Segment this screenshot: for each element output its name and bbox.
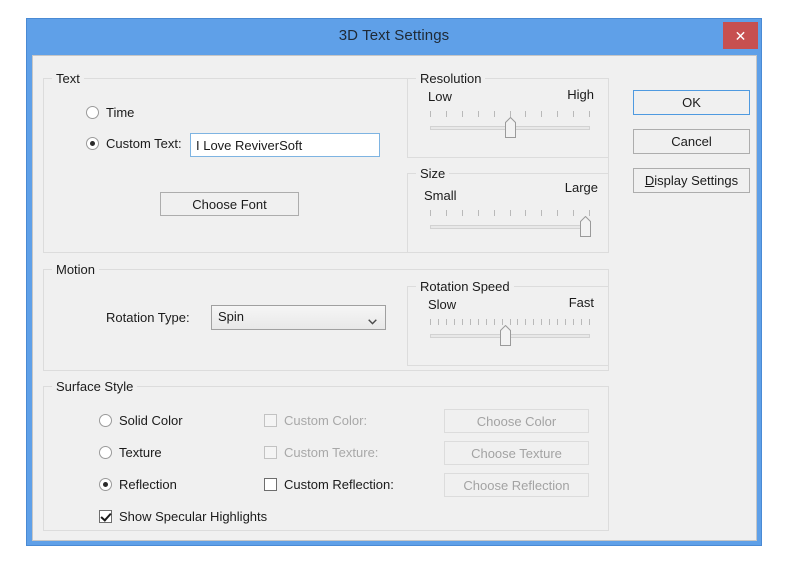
title-bar: 3D Text Settings ✕ [27,19,761,55]
radio-time-label: Time [106,105,135,120]
checkbox-show-specular-highlights[interactable]: Show Specular Highlights [99,509,267,524]
rotation-speed-slider[interactable]: Slow Fast [428,295,594,347]
dialog-window: 3D Text Settings ✕ Text Time Custom Text… [26,18,762,546]
cancel-button[interactable]: Cancel [633,129,750,154]
choose-reflection-button: Choose Reflection [444,473,589,497]
checkbox-custom-reflection-indicator [264,478,277,491]
size-min-label: Small [424,188,457,203]
surface-style-group: Surface Style Solid Color Texture Reflec… [43,379,609,531]
checkbox-custom-color-label: Custom Color: [284,413,368,428]
size-group-legend: Size [416,166,450,181]
size-group: Size Small Large [407,166,609,253]
rotation-type-value: Spin [218,309,245,324]
checkbox-custom-texture: Custom Texture: [264,445,378,460]
size-slider-thumb[interactable] [580,216,592,237]
checkbox-custom-reflection-label: Custom Reflection: [284,477,394,492]
rotation-speed-min-label: Slow [428,297,457,312]
checkbox-show-specular-highlights-indicator [99,510,112,523]
resolution-group-legend: Resolution [416,71,486,86]
size-slider[interactable]: Small Large [424,180,598,238]
size-slider-track[interactable] [430,225,590,229]
dialog-client-area: Text Time Custom Text: Choose Font Resol… [32,55,757,541]
chevron-down-icon [368,313,377,325]
radio-solid-color-label: Solid Color [119,413,183,428]
custom-text-input[interactable] [190,133,380,157]
rotation-speed-max-label: Fast [568,295,594,310]
size-slider-ticks [430,210,590,217]
radio-texture-indicator [99,446,112,459]
rotation-speed-slider-thumb[interactable] [500,325,512,346]
checkbox-custom-color-indicator [264,414,277,427]
radio-solid-color[interactable]: Solid Color [99,413,183,428]
checkbox-custom-texture-indicator [264,446,277,459]
radio-time-indicator [86,106,99,119]
checkbox-show-specular-highlights-label: Show Specular Highlights [119,509,268,524]
resolution-slider-thumb[interactable] [505,117,516,138]
display-settings-label: Display Settings [644,173,739,188]
radio-time[interactable]: Time [86,105,134,120]
rotation-speed-group: Rotation Speed Slow Fast [407,279,609,366]
close-icon[interactable]: ✕ [723,22,758,49]
resolution-min-label: Low [428,89,452,104]
choose-texture-button: Choose Texture [444,441,589,465]
size-max-label: Large [564,180,598,195]
radio-solid-color-indicator [99,414,112,427]
choose-font-button[interactable]: Choose Font [160,192,299,216]
radio-reflection-indicator [99,478,112,491]
checkbox-custom-color: Custom Color: [264,413,367,428]
choose-color-button: Choose Color [444,409,589,433]
radio-custom-text-indicator [86,137,99,150]
radio-custom-text-label: Custom Text: [106,136,182,151]
resolution-group: Resolution Low High [407,71,609,158]
checkbox-custom-texture-label: Custom Texture: [284,445,379,460]
motion-group-legend: Motion [52,262,100,277]
resolution-max-label: High [567,87,594,102]
rotation-type-label: Rotation Type: [106,310,190,325]
display-settings-button[interactable]: Display Settings [633,168,750,193]
rotation-speed-group-legend: Rotation Speed [416,279,514,294]
radio-reflection-label: Reflection [119,477,177,492]
radio-texture-label: Texture [119,445,162,460]
radio-reflection[interactable]: Reflection [99,477,177,492]
text-group-legend: Text [52,71,84,86]
window-title: 3D Text Settings [338,27,450,44]
rotation-type-select[interactable]: Spin [211,305,386,330]
surface-style-group-legend: Surface Style [52,379,138,394]
radio-custom-text[interactable]: Custom Text: [86,136,182,151]
radio-texture[interactable]: Texture [99,445,162,460]
checkbox-custom-reflection[interactable]: Custom Reflection: [264,477,394,492]
ok-button[interactable]: OK [633,90,750,115]
resolution-slider[interactable]: Low High [428,87,594,139]
